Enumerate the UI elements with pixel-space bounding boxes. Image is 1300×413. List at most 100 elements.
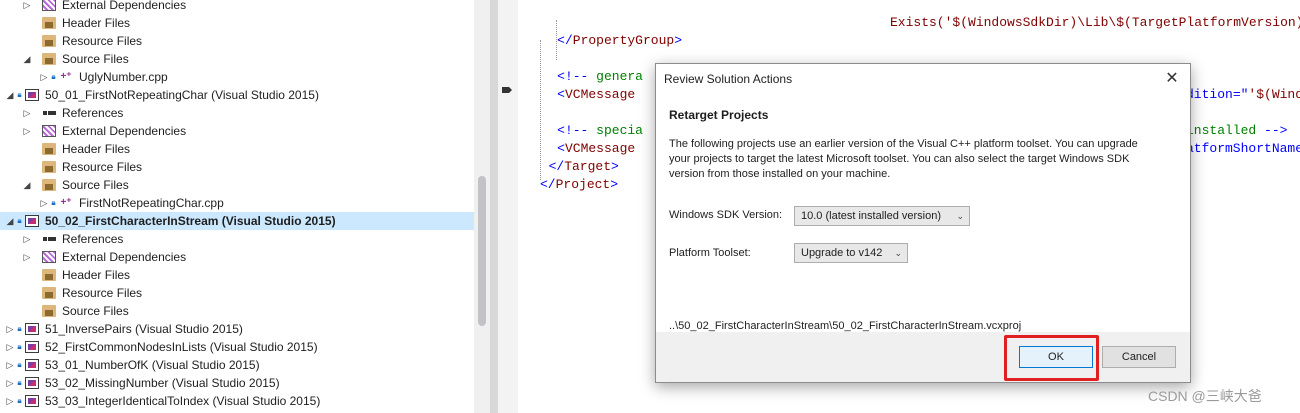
code-line[interactable]: Exists('$(WindowsSdkDir)\Lib\$(TargetPla… <box>890 14 1300 32</box>
code-token: <!-- <box>557 69 597 84</box>
collapse-arrow-icon[interactable]: ◢ <box>22 50 32 68</box>
tree-item[interactable]: ◢ Source Files <box>0 176 474 194</box>
tree-item[interactable]: ▷ 🔒︎ +⁺ UglyNumber.cpp <box>0 68 474 86</box>
source-control-lock-icon: 🔒︎ <box>51 72 56 81</box>
code-line[interactable]: <VCMessage <box>557 86 635 104</box>
cpp-file-icon: +⁺ <box>60 197 72 208</box>
tree-item[interactable]: Resource Files <box>0 158 474 176</box>
code-line[interactable]: <!-- specia <box>557 122 643 140</box>
tree-item-label: Header Files <box>62 16 131 30</box>
filter-folder-icon <box>42 287 56 299</box>
code-token: VCMessage <box>564 87 636 102</box>
tree-item[interactable]: ▷ References <box>0 230 474 248</box>
code-token: </ <box>557 33 573 48</box>
tree-item[interactable]: ◢ Source Files <box>0 50 474 68</box>
vc-project-icon <box>25 377 39 389</box>
tree-item-label: References <box>62 232 124 246</box>
code-line[interactable]: </PropertyGroup> <box>557 32 682 50</box>
solution-project-row[interactable]: ▷ 🔒︎ 53_02_MissingNumber (Visual Studio 20… <box>0 374 474 392</box>
close-icon[interactable]: ✕ <box>1160 68 1184 90</box>
expand-arrow-icon[interactable]: ▷ <box>22 248 32 266</box>
tree-item[interactable]: ▷ External Dependencies <box>0 122 474 140</box>
expand-arrow-icon[interactable]: ▷ <box>22 104 32 122</box>
filter-folder-icon <box>42 179 56 191</box>
solution-project-row[interactable]: ▷ 🔒︎ 51_InversePairs (Visual Studio 2015) <box>0 320 474 338</box>
tree-item-label: Resource Files <box>62 160 143 174</box>
expand-arrow-icon <box>22 158 32 176</box>
expand-arrow-icon[interactable]: ▷ <box>39 194 49 212</box>
expand-arrow-icon <box>22 14 32 32</box>
chevron-down-icon: ⌄ <box>894 248 902 258</box>
code-token: atformShortName <box>1186 141 1300 156</box>
collapse-arrow-icon[interactable]: ◢ <box>22 176 32 194</box>
tree-item[interactable]: ▷ External Dependencies <box>0 248 474 266</box>
code-line-fragment[interactable]: installed --> <box>1186 122 1287 140</box>
expand-arrow-icon[interactable]: ▷ <box>22 122 32 140</box>
code-line-fragment[interactable]: dition="'$(Wind <box>1186 86 1300 104</box>
collapse-arrow-icon[interactable]: ◢ <box>5 86 15 104</box>
tree-item[interactable]: Resource Files <box>0 32 474 50</box>
code-line[interactable]: </Target> <box>549 158 619 176</box>
expand-arrow-icon[interactable]: ▷ <box>5 356 15 374</box>
code-token: --> <box>1264 123 1288 138</box>
expand-arrow-icon[interactable]: ▷ <box>22 0 32 14</box>
solution-project-row[interactable]: ▷ 🔒︎ 53_01_NumberOfK (Visual Studio 2015) <box>0 356 474 374</box>
expand-arrow-icon[interactable]: ▷ <box>5 320 15 338</box>
tree-item-label: References <box>62 106 124 120</box>
source-control-lock-icon: 🔒︎ <box>17 396 22 405</box>
expand-arrow-icon[interactable]: ▷ <box>39 68 49 86</box>
dialog-footer: OK Cancel <box>656 332 1190 382</box>
solution-explorer: ▷ External Dependencies Header Files Resour… <box>0 0 474 413</box>
platform-toolset-value: Upgrade to v142 <box>801 247 883 259</box>
source-control-lock-icon: 🔒︎ <box>17 216 22 225</box>
explorer-scrollbar-thumb[interactable] <box>478 176 486 326</box>
code-line[interactable]: <!-- genera <box>557 68 643 86</box>
code-token: <!-- <box>557 123 597 138</box>
tree-item[interactable]: Header Files <box>0 140 474 158</box>
solution-project-row[interactable]: ▷ 🔒︎ 52_FirstCommonNodesInLists (Visual St… <box>0 338 474 356</box>
source-control-lock-icon: 🔒︎ <box>17 324 22 333</box>
tree-item[interactable]: Resource Files <box>0 284 474 302</box>
ok-highlight-box <box>1004 335 1099 381</box>
solution-project-row[interactable]: ◢ 🔒︎ 50_02_FirstCharacterInStream (Visual … <box>0 212 474 230</box>
expand-arrow-icon[interactable]: ▷ <box>5 374 15 392</box>
tree-item[interactable]: Header Files <box>0 266 474 284</box>
tree-item-label: Header Files <box>62 142 131 156</box>
code-token: </ <box>540 177 556 192</box>
tree-item[interactable]: ▷ 🔒︎ +⁺ FirstNotRepeatingChar.cpp <box>0 194 474 212</box>
tree-item[interactable]: Header Files <box>0 14 474 32</box>
indent-guide <box>540 40 541 180</box>
expand-arrow-icon[interactable]: ▷ <box>5 392 15 410</box>
tree-item[interactable]: Source Files <box>0 302 474 320</box>
cancel-button[interactable]: Cancel <box>1102 346 1176 368</box>
explorer-scrollbar[interactable] <box>474 0 490 413</box>
sdk-version-value: 10.0 (latest installed version) <box>801 210 942 222</box>
code-line[interactable]: <VCMessage <box>557 140 635 158</box>
code-token: =" <box>1232 87 1249 102</box>
code-line-fragment[interactable]: atformShortName <box>1186 140 1300 158</box>
external-dependencies-icon <box>42 0 56 11</box>
code-line[interactable]: </Project> <box>540 176 618 194</box>
source-control-lock-icon: 🔒︎ <box>17 342 22 351</box>
sdk-version-select[interactable]: 10.0 (latest installed version) ⌄ <box>794 206 970 226</box>
collapse-arrow-icon[interactable]: ◢ <box>5 212 15 230</box>
tree-item-label: 53_02_MissingNumber (Visual Studio 2015) <box>45 376 280 390</box>
filter-folder-icon <box>42 269 56 281</box>
tree-item-label: Source Files <box>62 52 129 66</box>
tree-item-label: 50_01_FirstNotRepeatingChar (Visual Stud… <box>45 88 319 102</box>
expand-arrow-icon[interactable]: ▷ <box>22 230 32 248</box>
dialog-titlebar[interactable]: Review Solution Actions ✕ <box>656 64 1190 94</box>
filter-folder-icon <box>42 161 56 173</box>
tree-item-label: 53_01_NumberOfK (Visual Studio 2015) <box>45 358 260 372</box>
solution-project-row[interactable]: ◢ 🔒︎ 50_01_FirstNotRepeatingChar (Visual S… <box>0 86 474 104</box>
code-token: < <box>557 141 565 156</box>
tree-item[interactable]: ▷ External Dependencies <box>0 0 474 14</box>
platform-toolset-select[interactable]: Upgrade to v142 ⌄ <box>794 243 908 263</box>
expand-arrow-icon[interactable]: ▷ <box>5 338 15 356</box>
solution-project-row[interactable]: ▷ 🔒︎ 53_03_IntegerIdenticalToIndex (Visual… <box>0 392 474 410</box>
expand-arrow-icon <box>22 302 32 320</box>
code-token: < <box>557 87 565 102</box>
pane-splitter[interactable] <box>490 0 498 413</box>
tree-item[interactable]: ▷ References <box>0 104 474 122</box>
code-token: specia <box>596 123 643 138</box>
